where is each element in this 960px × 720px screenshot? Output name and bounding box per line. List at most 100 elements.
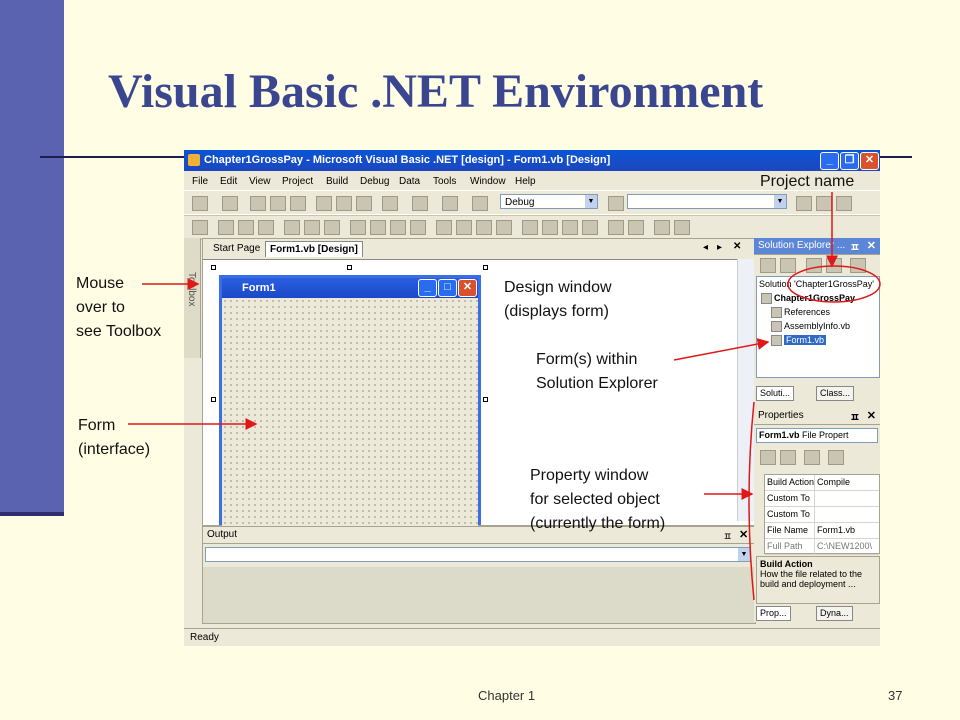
refresh-icon[interactable] — [806, 258, 822, 273]
resize-handle[interactable] — [211, 397, 216, 402]
close-icon[interactable]: ✕ — [739, 528, 748, 541]
increase-spacing-icon[interactable] — [456, 220, 472, 235]
align-to-grid-icon[interactable] — [192, 220, 208, 235]
resize-handle[interactable] — [347, 265, 352, 270]
send-to-back-icon[interactable] — [674, 220, 690, 235]
horizontal-spacing-icon[interactable] — [436, 220, 452, 235]
resize-handle[interactable] — [211, 265, 216, 270]
tab-scroll-left-icon[interactable]: ◂ — [703, 242, 708, 253]
bring-to-front-icon[interactable] — [654, 220, 670, 235]
close-icon[interactable]: ✕ — [867, 409, 876, 422]
menu-data[interactable]: Data — [399, 176, 420, 187]
menu-project[interactable]: Project — [282, 176, 313, 187]
menu-debug[interactable]: Debug — [360, 176, 389, 187]
chevron-down-icon[interactable]: ▼ — [738, 548, 750, 561]
menu-window[interactable]: Window — [470, 176, 506, 187]
property-row[interactable]: Full Path C:\NEW1200\ — [765, 539, 879, 555]
align-middles-icon[interactable] — [304, 220, 320, 235]
solution-properties-icon[interactable] — [850, 258, 866, 273]
property-row[interactable]: File Name Form1.vb — [765, 523, 879, 539]
align-centers-icon[interactable] — [238, 220, 254, 235]
property-value[interactable]: Compile — [817, 477, 877, 487]
cut-icon[interactable] — [316, 196, 332, 211]
output-source-combo[interactable]: ▼ — [205, 547, 751, 562]
decrease-vspacing-icon[interactable] — [562, 220, 578, 235]
pin-icon[interactable]: ㅍ — [723, 528, 732, 543]
property-pages-icon[interactable] — [828, 450, 844, 465]
decrease-spacing-icon[interactable] — [476, 220, 492, 235]
property-row[interactable]: Custom To — [765, 491, 879, 507]
close-tab-icon[interactable]: ✕ — [733, 241, 741, 252]
save-all-icon[interactable] — [290, 196, 306, 211]
pin-icon[interactable]: ㅍ — [850, 239, 860, 255]
tab-scroll-right-icon[interactable]: ▸ — [717, 242, 722, 253]
menu-file[interactable]: File — [192, 176, 208, 187]
align-tops-icon[interactable] — [284, 220, 300, 235]
save-icon[interactable] — [270, 196, 286, 211]
vertical-spacing-icon[interactable] — [522, 220, 538, 235]
toolbox-icon[interactable] — [836, 196, 852, 211]
alphabetical-icon[interactable] — [780, 450, 796, 465]
menu-tools[interactable]: Tools — [433, 176, 456, 187]
tab-properties[interactable]: Prop... — [756, 606, 791, 621]
align-rights-icon[interactable] — [258, 220, 274, 235]
increase-vspacing-icon[interactable] — [542, 220, 558, 235]
align-bottoms-icon[interactable] — [324, 220, 340, 235]
properties-object-combo[interactable]: Form1.vb File Propert — [756, 428, 878, 443]
chevron-down-icon[interactable]: ▼ — [774, 195, 786, 208]
remove-spacing-icon[interactable] — [496, 220, 512, 235]
resize-handle[interactable] — [483, 397, 488, 402]
tree-assemblyinfo[interactable]: AssemblyInfo.vb — [771, 321, 850, 333]
tree-solution[interactable]: Solution 'Chapter1GrossPay' — [759, 279, 874, 289]
design-vertical-scrollbar[interactable] — [737, 259, 754, 521]
tab-dynamic-help[interactable]: Dyna... — [816, 606, 853, 621]
tab-solution-explorer[interactable]: Soluti... — [756, 386, 795, 401]
property-value[interactable]: C:\NEW1200\ — [817, 541, 877, 551]
add-item-icon[interactable] — [222, 196, 238, 211]
menu-help[interactable]: Help — [515, 176, 536, 187]
menu-view[interactable]: View — [249, 176, 271, 187]
output-text-area[interactable] — [203, 567, 755, 623]
find-combo[interactable]: ▼ — [627, 194, 787, 209]
tree-form1[interactable]: Form1.vb — [771, 335, 827, 347]
property-row[interactable]: Custom To — [765, 507, 879, 523]
chevron-down-icon[interactable]: ▼ — [585, 195, 597, 208]
property-value[interactable]: Form1.vb — [817, 525, 877, 535]
make-same-width-icon[interactable] — [350, 220, 366, 235]
form1-designer[interactable]: Form1 _ □ ✕ — [219, 275, 481, 528]
copy-icon[interactable] — [336, 196, 352, 211]
menu-build[interactable]: Build — [326, 176, 348, 187]
properties-view-icon[interactable] — [804, 450, 820, 465]
menu-edit[interactable]: Edit — [220, 176, 237, 187]
remove-vspacing-icon[interactable] — [582, 220, 598, 235]
tree-project[interactable]: Chapter1GrossPay — [761, 293, 855, 305]
new-project-icon[interactable] — [192, 196, 208, 211]
find-icon[interactable] — [608, 196, 624, 211]
make-same-height-icon[interactable] — [370, 220, 386, 235]
tab-form1-design[interactable]: Form1.vb [Design] — [265, 241, 363, 257]
minimize-button[interactable]: _ — [820, 152, 839, 170]
categorized-icon[interactable] — [760, 450, 776, 465]
start-debug-icon[interactable] — [472, 196, 488, 211]
property-row[interactable]: Build Action Compile — [765, 475, 879, 491]
view-designer-icon[interactable] — [780, 258, 796, 273]
solution-config-combo[interactable]: Debug ▼ — [500, 194, 598, 209]
resize-handle[interactable] — [483, 265, 488, 270]
tree-references[interactable]: References — [771, 307, 830, 319]
redo-icon[interactable] — [412, 196, 428, 211]
properties-icon[interactable] — [816, 196, 832, 211]
navigate-back-icon[interactable] — [442, 196, 458, 211]
close-icon[interactable]: ✕ — [867, 239, 876, 252]
show-all-files-icon[interactable] — [826, 258, 842, 273]
tab-start-page[interactable]: Start Page — [213, 243, 260, 254]
tab-class-view[interactable]: Class... — [816, 386, 855, 401]
undo-icon[interactable] — [382, 196, 398, 211]
pin-icon[interactable]: ㅍ — [850, 409, 860, 425]
paste-icon[interactable] — [356, 196, 372, 211]
align-lefts-icon[interactable] — [218, 220, 234, 235]
form1-client-area[interactable] — [222, 298, 478, 528]
size-to-grid-icon[interactable] — [410, 220, 426, 235]
center-horizontally-icon[interactable] — [608, 220, 624, 235]
solution-explorer-icon[interactable] — [796, 196, 812, 211]
close-button[interactable]: ✕ — [860, 152, 879, 170]
